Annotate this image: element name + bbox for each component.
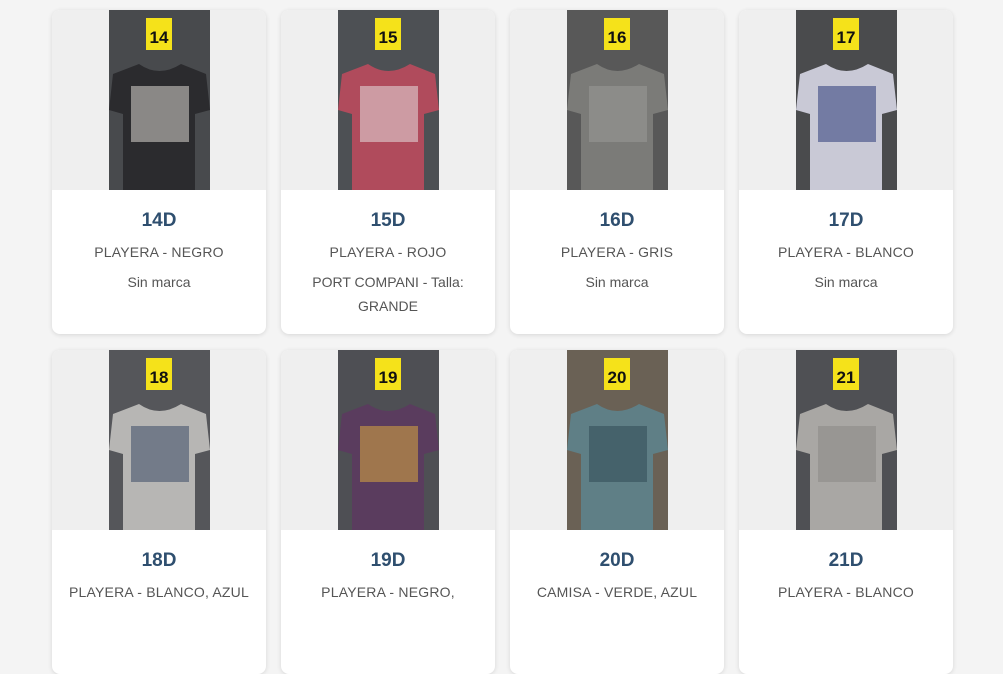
evidence-card-19d[interactable]: 19 19D PLAYERA - NEGRO, (281, 350, 495, 674)
evidence-code: 19D (370, 550, 406, 571)
garment-description: CAMISA - VERDE, AZUL (536, 584, 698, 600)
garment-print (817, 426, 876, 482)
garment-brand: Sin marca (127, 274, 191, 290)
evidence-card-18d[interactable]: 18 18D PLAYERA - BLANCO, AZUL (52, 350, 266, 674)
evidence-code: 21D (828, 550, 864, 571)
evidence-marker-number: 18 (149, 368, 168, 387)
garment-brand: Sin marca (814, 274, 878, 290)
garment-print (817, 86, 876, 142)
garment-description: PLAYERA - BLANCO, AZUL (69, 584, 249, 600)
evidence-marker-number: 19 (378, 368, 397, 387)
evidence-marker-number: 21 (836, 368, 855, 387)
evidence-photo[interactable]: 21 (795, 350, 897, 530)
evidence-grid: 14 14D PLAYERA - NEGRO Sin marca 15 15D … (52, 10, 953, 674)
evidence-code: 15D (370, 210, 406, 231)
photo-frame: 21 (739, 350, 953, 530)
garment-description: PLAYERA - GRIS (560, 244, 674, 260)
evidence-card-17d[interactable]: 17 17D PLAYERA - BLANCO Sin marca (739, 10, 953, 334)
garment-brand: PORT COMPANI - Talla: GRANDE (312, 274, 464, 314)
garment-print (130, 86, 189, 142)
garment-brand: Sin marca (585, 274, 649, 290)
photo-frame: 15 (281, 10, 495, 190)
evidence-marker-number: 20 (607, 368, 626, 387)
garment-description: PLAYERA - BLANCO (778, 244, 914, 260)
evidence-code: 16D (599, 210, 635, 231)
evidence-photo[interactable]: 15 (337, 10, 439, 190)
photo-frame: 18 (52, 350, 266, 530)
evidence-marker-number: 15 (378, 28, 397, 47)
evidence-code: 17D (828, 210, 864, 231)
evidence-code: 14D (141, 210, 177, 231)
evidence-photo[interactable]: 16 (566, 10, 668, 190)
evidence-card-16d[interactable]: 16 16D PLAYERA - GRIS Sin marca (510, 10, 724, 334)
evidence-marker-number: 17 (836, 28, 855, 47)
evidence-card-21d[interactable]: 21 21D PLAYERA - BLANCO (739, 350, 953, 674)
evidence-photo[interactable]: 17 (795, 10, 897, 190)
photo-frame: 19 (281, 350, 495, 530)
evidence-photo[interactable]: 14 (108, 10, 210, 190)
photo-frame: 17 (739, 10, 953, 190)
garment-print (359, 86, 418, 142)
garment-description: PLAYERA - NEGRO (94, 244, 224, 260)
photo-frame: 20 (510, 350, 724, 530)
evidence-code: 18D (141, 550, 177, 571)
evidence-code: 20D (599, 550, 635, 571)
evidence-photo[interactable]: 18 (108, 350, 210, 530)
garment-print (359, 426, 418, 482)
garment-print (588, 86, 647, 142)
evidence-card-15d[interactable]: 15 15D PLAYERA - ROJO PORT COMPANI - Tal… (281, 10, 495, 334)
photo-frame: 14 (52, 10, 266, 190)
garment-print (130, 426, 189, 482)
garment-description: PLAYERA - BLANCO (778, 584, 914, 600)
evidence-card-14d[interactable]: 14 14D PLAYERA - NEGRO Sin marca (52, 10, 266, 334)
garment-description: PLAYERA - ROJO (329, 244, 447, 260)
evidence-photo[interactable]: 19 (337, 350, 439, 530)
garment-description: PLAYERA - NEGRO, (321, 584, 455, 600)
evidence-card-20d[interactable]: 20 20D CAMISA - VERDE, AZUL (510, 350, 724, 674)
evidence-photo[interactable]: 20 (566, 350, 668, 530)
evidence-marker-number: 14 (149, 28, 168, 47)
photo-frame: 16 (510, 10, 724, 190)
garment-print (588, 426, 647, 482)
evidence-marker-number: 16 (607, 28, 626, 47)
